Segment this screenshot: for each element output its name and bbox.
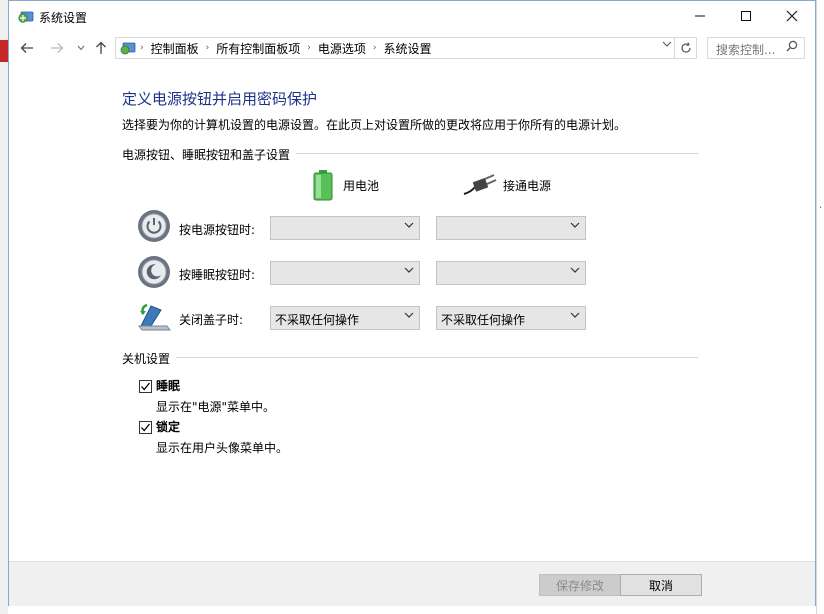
chevron-down-icon bbox=[662, 41, 672, 47]
arrow-up-icon bbox=[96, 41, 106, 54]
select-value: 不采取任何操作 bbox=[441, 313, 526, 327]
plugged-in-column-label: 接通电源 bbox=[503, 178, 552, 193]
lock-option-description: 显示在用户头像菜单中。 bbox=[156, 441, 289, 455]
breadcrumb-control-panel[interactable]: 控制面板 bbox=[151, 40, 199, 57]
page-description: 选择要为你的计算机设置的电源设置。在此页上对设置所做的更改将应用于你所有的电源计… bbox=[122, 118, 627, 132]
lid-close-battery-select[interactable]: 不采取任何操作 bbox=[270, 306, 420, 330]
sleep-button-label: 按睡眠按钮时: bbox=[179, 268, 256, 282]
chevron-down-icon bbox=[77, 45, 85, 51]
breadcrumb-separator[interactable]: › bbox=[206, 43, 210, 53]
lid-close-plugged-select[interactable]: 不采取任何操作 bbox=[436, 306, 586, 330]
power-button-label: 按电源按钮时: bbox=[179, 223, 256, 237]
search-input[interactable]: 搜索控制... bbox=[707, 37, 805, 59]
breadcrumb-separator[interactable]: › bbox=[307, 43, 311, 53]
search-icon[interactable] bbox=[786, 40, 798, 55]
chevron-down-icon bbox=[404, 310, 414, 323]
power-button-plugged-select[interactable] bbox=[436, 216, 586, 240]
breadcrumb-system-settings[interactable]: 系统设置 bbox=[383, 40, 431, 57]
lock-checkbox[interactable] bbox=[139, 421, 152, 434]
chevron-down-icon bbox=[404, 265, 414, 278]
laptop-lid-icon bbox=[138, 303, 171, 331]
lock-option-label[interactable]: 锁定 bbox=[156, 418, 180, 435]
battery-icon bbox=[313, 170, 333, 201]
close-button[interactable] bbox=[769, 1, 815, 31]
plugged-in-column-header: 接通电源 bbox=[463, 174, 551, 196]
recent-locations-button[interactable] bbox=[71, 38, 91, 58]
footer-bar: 保存修改 取消 bbox=[9, 561, 815, 606]
section-divider bbox=[122, 357, 698, 358]
refresh-icon bbox=[680, 42, 691, 53]
sleep-checkbox[interactable] bbox=[139, 380, 152, 393]
power-button-battery-select[interactable] bbox=[270, 216, 420, 240]
close-icon bbox=[786, 10, 798, 22]
battery-column-label: 用电池 bbox=[343, 178, 380, 193]
window-title: 系统设置 bbox=[39, 11, 88, 25]
chevron-down-icon bbox=[570, 265, 580, 278]
breadcrumb-separator[interactable]: › bbox=[373, 43, 377, 53]
back-button[interactable] bbox=[17, 38, 37, 58]
search-placeholder: 搜索控制... bbox=[716, 43, 776, 57]
background-accent bbox=[0, 40, 8, 62]
arrow-left-icon bbox=[20, 43, 33, 53]
address-bar[interactable]: › 控制面板 › 所有控制面板项 › 电源选项 › 系统设置 bbox=[115, 37, 697, 59]
control-panel-app-icon bbox=[18, 11, 34, 23]
arrow-right-icon bbox=[51, 43, 64, 53]
refresh-button[interactable] bbox=[674, 38, 696, 58]
background-window-strip-left bbox=[0, 0, 8, 614]
power-button-icon bbox=[138, 210, 170, 242]
breadcrumb-power-options[interactable]: 电源选项 bbox=[318, 40, 366, 57]
minimize-icon bbox=[695, 15, 705, 17]
breadcrumb-all-items[interactable]: 所有控制面板项 bbox=[216, 40, 300, 57]
sleep-option-description: 显示在"电源"菜单中。 bbox=[156, 400, 276, 414]
background-window-strip-right: . bbox=[816, 0, 824, 614]
page-title: 定义电源按钮并启用密码保护 bbox=[122, 90, 318, 108]
title-bar[interactable]: 系统设置 bbox=[9, 1, 815, 32]
up-button[interactable] bbox=[91, 38, 111, 58]
sleep-button-battery-select[interactable] bbox=[270, 261, 420, 285]
main-content: 定义电源按钮并启用密码保护 选择要为你的计算机设置的电源设置。在此页上对设置所做… bbox=[9, 64, 815, 569]
maximize-button[interactable] bbox=[723, 1, 769, 31]
select-value: 不采取任何操作 bbox=[275, 313, 360, 327]
cancel-button[interactable]: 取消 bbox=[620, 574, 702, 596]
control-panel-icon bbox=[120, 42, 136, 55]
battery-column-header: 用电池 bbox=[312, 169, 379, 201]
chevron-down-icon bbox=[570, 310, 580, 323]
lid-close-label: 关闭盖子时: bbox=[179, 313, 244, 327]
system-settings-window: 系统设置 › 控制面板 › 所有控制面板项 › 电源选项 › 系统设置 搜索控制… bbox=[8, 0, 816, 606]
sleep-button-icon bbox=[138, 256, 170, 288]
sleep-option-label[interactable]: 睡眠 bbox=[156, 377, 180, 394]
save-changes-button[interactable]: 保存修改 bbox=[539, 574, 621, 596]
checkmark-icon bbox=[141, 423, 151, 432]
checkmark-icon bbox=[141, 382, 151, 391]
navigation-bar: › 控制面板 › 所有控制面板项 › 电源选项 › 系统设置 搜索控制... bbox=[9, 32, 815, 64]
forward-button[interactable] bbox=[47, 38, 67, 58]
maximize-icon bbox=[741, 11, 751, 21]
sleep-button-plugged-select[interactable] bbox=[436, 261, 586, 285]
power-buttons-section-title: 电源按钮、睡眠按钮和盖子设置 bbox=[122, 146, 297, 163]
breadcrumb-separator: › bbox=[140, 43, 144, 53]
background-fragment: . bbox=[819, 200, 823, 211]
minimize-button[interactable] bbox=[677, 1, 723, 31]
chevron-down-icon bbox=[570, 220, 580, 233]
power-plug-icon bbox=[463, 174, 497, 195]
address-history-dropdown[interactable] bbox=[662, 40, 672, 51]
shutdown-section-title: 关机设置 bbox=[122, 350, 177, 367]
chevron-down-icon bbox=[404, 220, 414, 233]
